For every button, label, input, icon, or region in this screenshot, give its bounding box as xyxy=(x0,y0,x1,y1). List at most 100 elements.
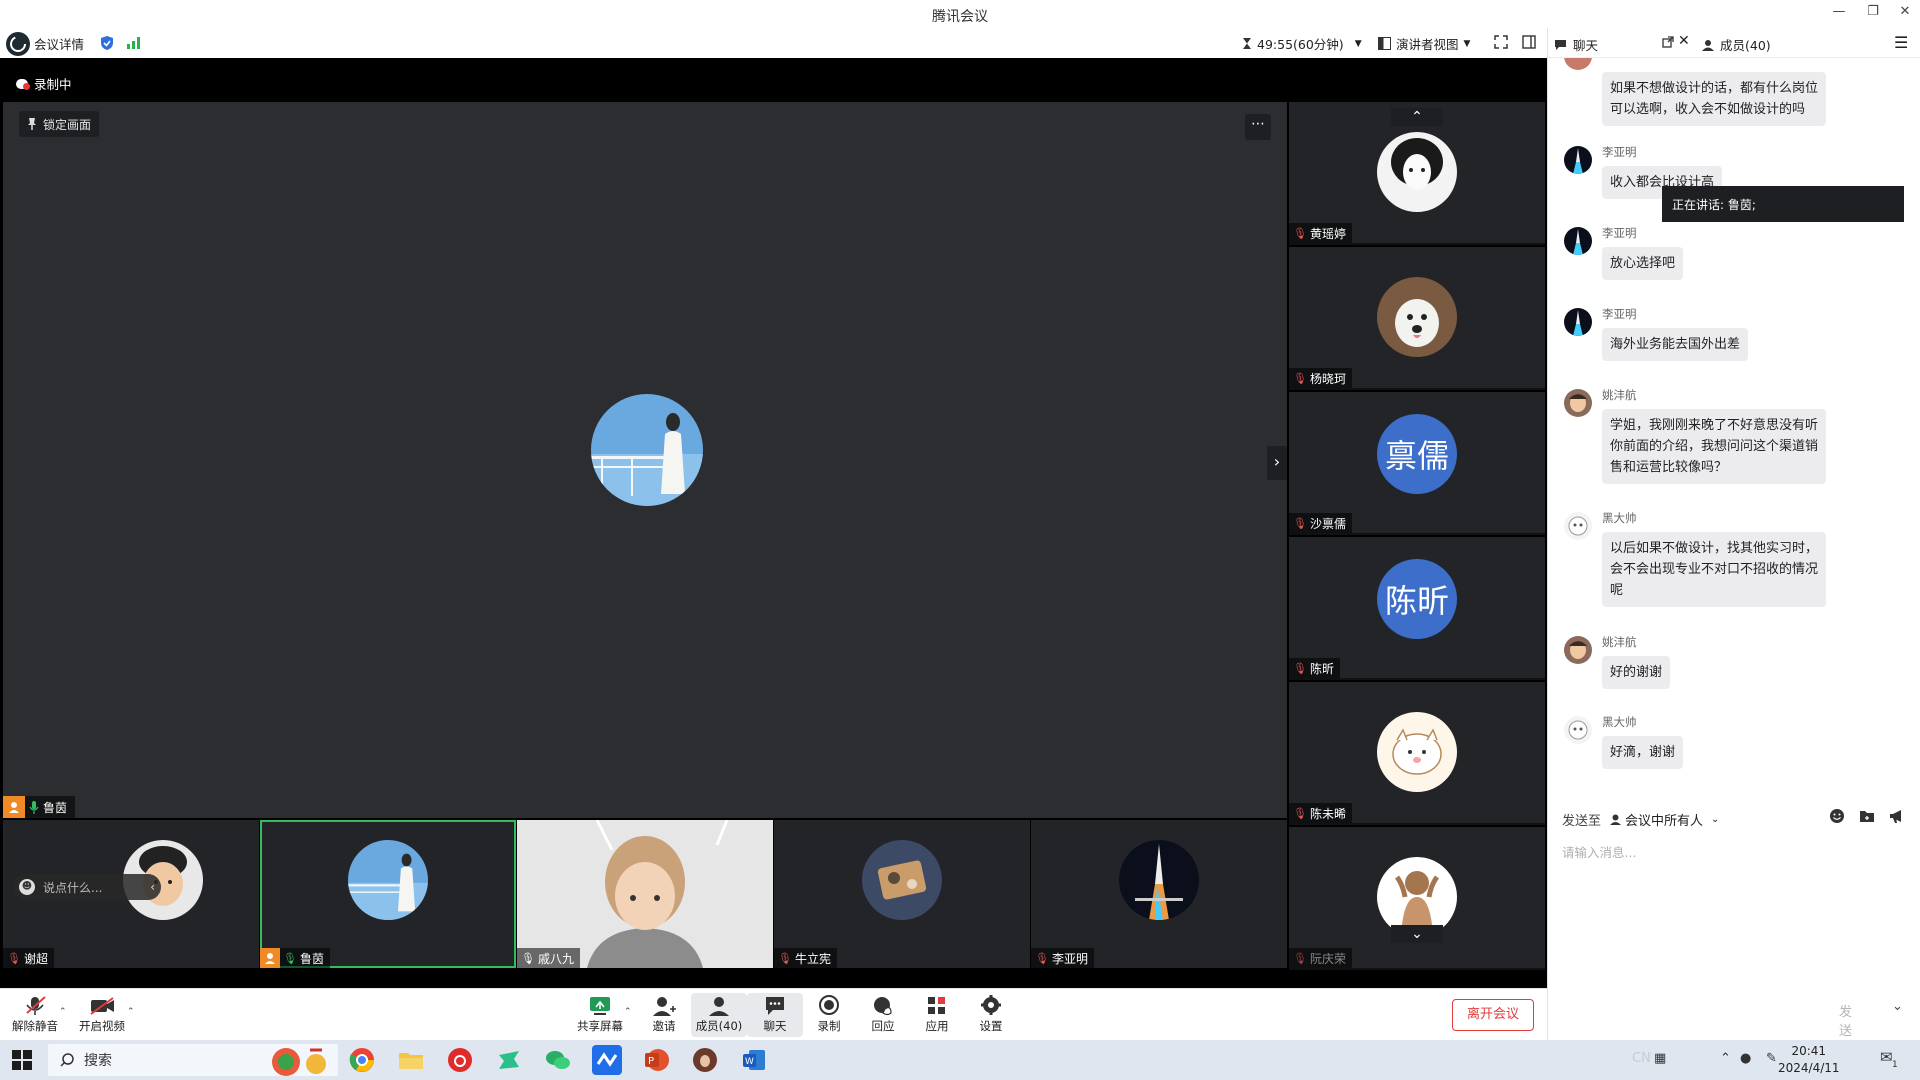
tab-chat[interactable]: 聊天 xyxy=(1554,35,1598,54)
share-screen-button[interactable]: 共享屏幕 xyxy=(572,993,628,1037)
speaking-indicator: 正在讲话: 鲁茵; xyxy=(1662,186,1904,222)
participant-tile[interactable]: ⌄ 🎙 阮庆荣 xyxy=(1289,827,1545,970)
close-window-button[interactable]: ✕ xyxy=(1890,4,1920,24)
leave-meeting-button[interactable]: 离开会议 xyxy=(1452,999,1534,1031)
participant-tile[interactable]: 🎙 李亚明 xyxy=(1031,820,1287,968)
expand-sidebar-button[interactable]: › xyxy=(1267,446,1287,480)
participant-tile[interactable]: 🎙 陈未晞 xyxy=(1289,682,1545,825)
menu-icon[interactable]: ☰ xyxy=(1894,33,1908,52)
video-options-caret[interactable]: ⌃ xyxy=(127,1007,135,1017)
send-options-chevron-icon[interactable]: ⌄ xyxy=(1892,999,1903,1014)
meeting-details-label: 会议详情 xyxy=(34,37,85,52)
view-mode-button[interactable]: 演讲者视图 ▼ xyxy=(1378,34,1470,53)
start-video-button[interactable]: 开启视频 xyxy=(74,993,130,1037)
message-text: 好的谢谢 xyxy=(1610,665,1663,680)
main-speaker-view[interactable]: 锁定画面 ⋯ › 鲁茵 xyxy=(3,102,1287,818)
invite-button[interactable]: 邀请 xyxy=(636,993,692,1037)
members-icon xyxy=(709,997,729,1016)
record-button[interactable]: 录制 xyxy=(801,993,857,1037)
message-sender: 黑大帅 xyxy=(1602,511,1637,525)
chat-button[interactable]: 聊天 xyxy=(747,993,803,1037)
powerpoint-icon[interactable]: P xyxy=(641,1045,671,1075)
lock-view-button[interactable]: 锁定画面 xyxy=(19,111,100,137)
message-input[interactable] xyxy=(1562,842,1902,1002)
participant-avatar xyxy=(1377,277,1457,357)
react-icon xyxy=(874,997,892,1016)
host-icon xyxy=(260,948,280,968)
close-chat-icon[interactable]: ✕ xyxy=(1678,33,1690,49)
participant-tile[interactable]: 🎙 戚八九 xyxy=(517,820,773,968)
scroll-down-button[interactable]: ⌄ xyxy=(1391,925,1443,943)
meeting-timer[interactable]: 49:55(60分钟) ▼ xyxy=(1242,34,1362,53)
participant-avatar xyxy=(348,840,428,920)
unmute-button[interactable]: 解除静音 xyxy=(7,993,63,1037)
file-icon[interactable] xyxy=(1859,808,1875,828)
wechat-icon[interactable] xyxy=(543,1045,573,1075)
more-options-button[interactable]: ⋯ xyxy=(1245,114,1271,140)
app-icon[interactable] xyxy=(494,1045,524,1075)
chat-panel: 聊天 ✕ 成员(40) ☰ 如果不想做设计的话，都有什么岗位 可以选啊，收入会不… xyxy=(1547,28,1920,1040)
participant-tile[interactable]: 禀儒 🎙 沙禀儒 xyxy=(1289,392,1545,535)
participant-sidebar: ⌃ 🎙 黄瑶婷 🎙 杨晓珂 禀儒 🎙 沙禀儒 陈昕 🎙 陈昕 🎙 陈未晞 ⌄ 🎙… xyxy=(1289,102,1545,972)
audio-options-caret[interactable]: ⌃ xyxy=(59,1007,67,1017)
message-sender: 李亚明 xyxy=(1602,145,1637,159)
mic-on-icon xyxy=(29,800,39,814)
taskbar-clock[interactable]: 20:41 2024/4/11 xyxy=(1778,1043,1840,1077)
fullscreen-icon[interactable] xyxy=(1494,35,1508,49)
popout-icon[interactable] xyxy=(1662,36,1674,48)
scroll-up-button[interactable]: ⌃ xyxy=(1391,108,1443,126)
toggle-panel-icon[interactable] xyxy=(1522,35,1536,49)
emoji-icon[interactable]: ☻ xyxy=(19,879,35,895)
participant-name: 戚八九 xyxy=(537,951,574,966)
apps-button[interactable]: 应用 xyxy=(909,993,965,1037)
send-target-row: 发送至 会议中所有人 ⌄ xyxy=(1548,800,1920,834)
profile-app-icon[interactable] xyxy=(690,1045,720,1075)
participant-avatar xyxy=(1119,840,1199,920)
send-button[interactable]: 发送 xyxy=(1839,1001,1852,1039)
signal-icon[interactable] xyxy=(127,37,141,49)
notification-icon[interactable]: ✉ xyxy=(1880,1048,1893,1066)
chat-label: 聊天 xyxy=(763,1019,787,1033)
participant-tile-active[interactable]: 🎙 鲁茵 xyxy=(260,820,516,968)
tab-members[interactable]: 成员(40) xyxy=(1702,35,1771,54)
minimize-button[interactable]: — xyxy=(1824,4,1854,24)
chrome-icon[interactable] xyxy=(347,1045,377,1075)
loading-icon xyxy=(6,32,30,56)
tencent-meeting-icon[interactable] xyxy=(592,1045,622,1075)
word-icon[interactable]: W xyxy=(739,1045,769,1075)
netease-music-icon[interactable] xyxy=(445,1045,475,1075)
layout-icon xyxy=(1378,37,1391,50)
message-text: 呢 xyxy=(1610,583,1624,598)
participant-name-tag: 🎙 杨晓珂 xyxy=(1289,368,1352,388)
share-options-caret[interactable]: ⌃ xyxy=(624,1007,632,1017)
participant-tile[interactable]: ☻ 说点什么... ‹ 🎙 谢超 xyxy=(3,820,259,968)
say-something-input[interactable]: ☻ 说点什么... ‹ xyxy=(13,874,161,900)
pen-icon[interactable]: ✎ xyxy=(1766,1051,1777,1066)
mic-muted-icon: 🎙 xyxy=(778,951,792,965)
restore-button[interactable]: ❐ xyxy=(1858,4,1888,24)
collapse-icon[interactable]: ‹ xyxy=(150,880,155,894)
message-bubble: 好的谢谢 xyxy=(1602,656,1671,689)
participant-tile[interactable]: 🎙 牛立宪 xyxy=(774,820,1030,968)
show-hidden-icons[interactable]: ⌃ xyxy=(1720,1051,1731,1066)
windows-start-icon[interactable] xyxy=(12,1050,32,1070)
send-target-select[interactable]: 会议中所有人 ⌄ xyxy=(1610,810,1719,829)
emoji-icon[interactable] xyxy=(1829,808,1845,828)
tray-app-icon[interactable]: ● xyxy=(1740,1051,1751,1066)
meeting-details-button[interactable]: 会议详情 xyxy=(34,34,84,53)
shield-icon[interactable] xyxy=(100,35,114,51)
language-indicator-icon[interactable]: CN xyxy=(1632,1051,1651,1066)
file-explorer-icon[interactable] xyxy=(396,1045,426,1075)
react-button[interactable]: 回应 xyxy=(855,993,911,1037)
participant-avatar xyxy=(1377,712,1457,792)
participant-name: 牛立宪 xyxy=(794,951,831,966)
participant-tile[interactable]: ⌃ 🎙 黄瑶婷 xyxy=(1289,102,1545,245)
share-screen-icon xyxy=(590,997,610,1015)
members-button[interactable]: 成员(40) xyxy=(691,993,747,1037)
input-method-icon[interactable]: ▦ xyxy=(1654,1051,1666,1066)
participant-tile[interactable]: 陈昕 🎙 陈昕 xyxy=(1289,537,1545,680)
participant-tile[interactable]: 🎙 杨晓珂 xyxy=(1289,247,1545,390)
settings-button[interactable]: 设置 xyxy=(963,993,1019,1037)
announcement-icon[interactable] xyxy=(1889,808,1905,828)
chat-message-list[interactable]: 如果不想做设计的话，都有什么岗位 可以选啊，收入会不如做设计的吗 李亚明 收入都… xyxy=(1548,58,1920,798)
